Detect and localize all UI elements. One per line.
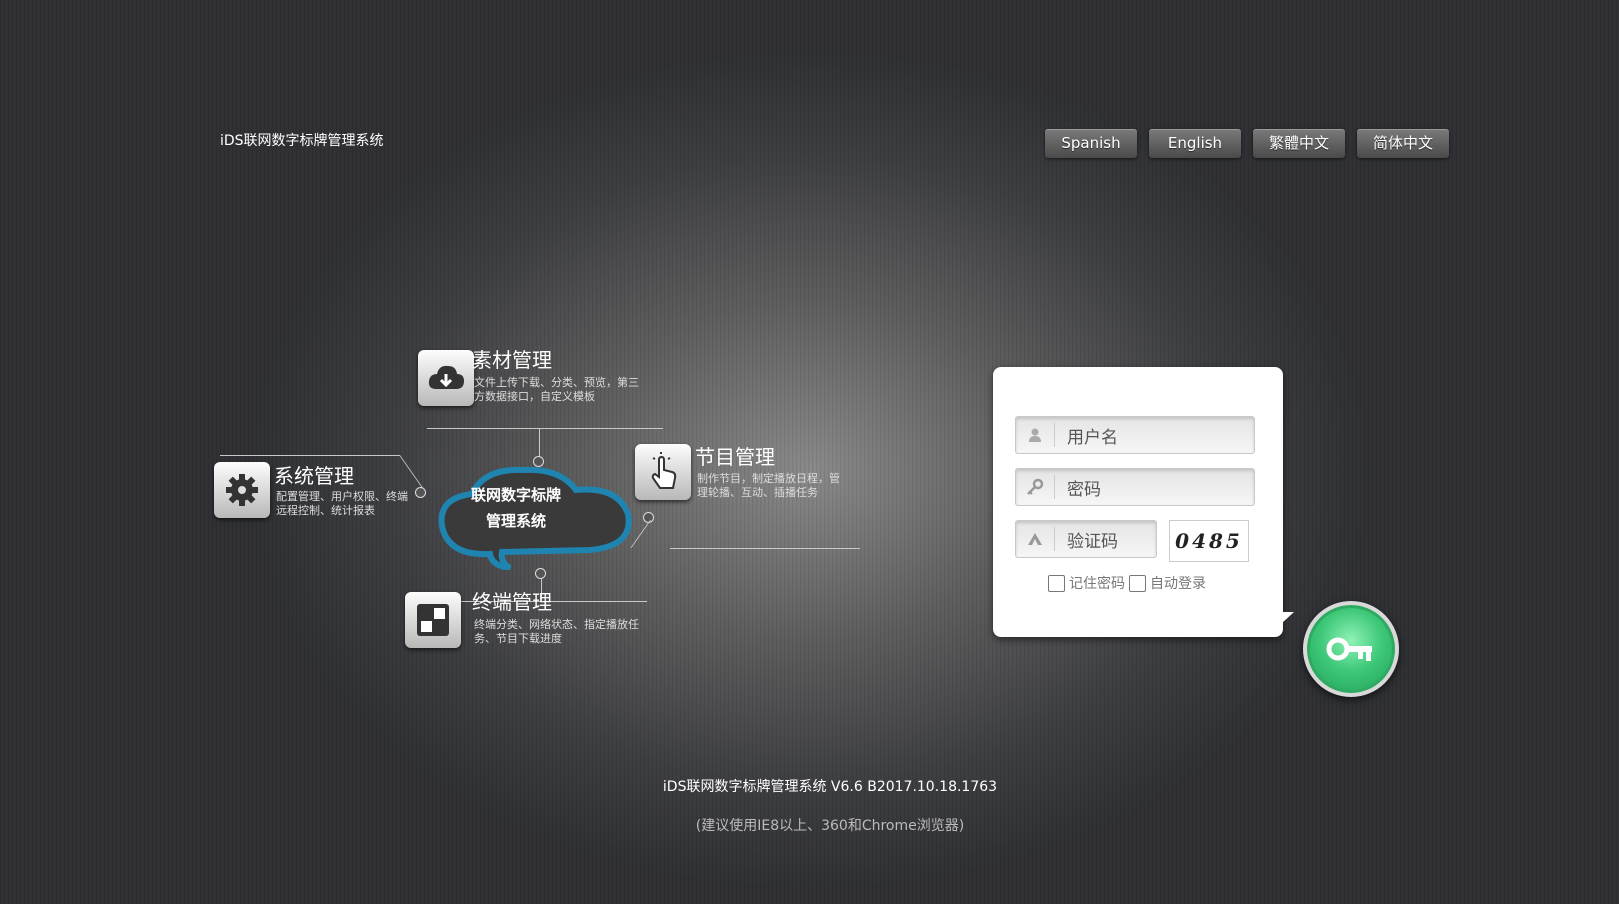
touch-hand-icon[interactable] [635, 444, 691, 500]
materials-title[interactable]: 素材管理 [472, 344, 552, 373]
auto-login-checkbox[interactable] [1129, 574, 1146, 592]
language-bar: Spanish English 繁體中文 简体中文 [1045, 129, 1449, 158]
lang-english-button[interactable]: English [1149, 129, 1241, 158]
terminal-grid-icon[interactable] [405, 592, 461, 648]
key-icon [1326, 637, 1372, 661]
connector-line [399, 455, 424, 489]
terminal-title[interactable]: 终端管理 [472, 586, 552, 615]
system-desc: 配置管理、用户权限、终端远程控制、统计报表 [276, 490, 408, 517]
connector-line [427, 428, 663, 429]
lang-spanish-button[interactable]: Spanish [1045, 129, 1137, 158]
lang-traditional-chinese-button[interactable]: 繁體中文 [1253, 129, 1345, 158]
lang-simplified-chinese-button[interactable]: 简体中文 [1357, 129, 1449, 158]
app-title: iDS联网数字标牌管理系统 [220, 133, 384, 149]
remember-password-checkbox[interactable] [1048, 574, 1065, 592]
password-field[interactable]: 密码 [1015, 468, 1255, 506]
login-options: 记住密码 自动登录 [1048, 573, 1206, 593]
password-input[interactable]: 密码 [1055, 475, 1101, 500]
connector-line [220, 455, 400, 456]
program-desc: 制作节目，制定播放日程，管理轮播、互动、插播任务 [697, 472, 840, 499]
login-button[interactable] [1303, 601, 1399, 697]
connector-dot [415, 487, 426, 498]
program-title[interactable]: 节目管理 [695, 441, 775, 470]
cloud-title-line2: 管理系统 [485, 512, 546, 530]
connector-line [670, 548, 860, 549]
captcha-icon [1016, 527, 1055, 551]
gear-icon[interactable] [214, 462, 270, 518]
materials-desc: 文件上传下载、分类、预览，第三方数据接口，自定义模板 [474, 376, 639, 403]
auto-login-label[interactable]: 自动登录 [1150, 573, 1206, 593]
system-title[interactable]: 系统管理 [274, 460, 354, 489]
key-icon [1016, 475, 1055, 499]
user-icon [1016, 423, 1055, 447]
captcha-input[interactable]: 验证码 [1055, 527, 1118, 552]
cloud-download-icon[interactable] [418, 350, 474, 406]
version-text: iDS联网数字标牌管理系统 V6.6 B2017.10.18.1763 [662, 779, 998, 795]
cloud-title-line1: 联网数字标牌 [470, 486, 561, 504]
captcha-field[interactable]: 验证码 [1015, 520, 1157, 558]
browser-hint-text: (建议使用IE8以上、360和Chrome浏览器) [695, 818, 965, 834]
feature-diagram: 联网数字标牌 管理系统 素材管理 文件上传下载、分类、预览，第三方数据接口，自定… [210, 348, 870, 680]
username-input[interactable]: 用户名 [1055, 423, 1118, 448]
captcha-image[interactable]: 0485 [1169, 520, 1249, 562]
login-panel: 用户名 密码 验证码 0485 记住密码 自动登录 [993, 367, 1283, 637]
remember-password-label[interactable]: 记住密码 [1069, 573, 1125, 593]
login-panel-tail [1270, 612, 1294, 634]
terminal-desc: 终端分类、网络状态、指定播放任务、节目下载进度 [474, 618, 639, 645]
username-field[interactable]: 用户名 [1015, 416, 1255, 454]
captcha-text: 0485 [1175, 529, 1243, 553]
connector-line [539, 428, 540, 458]
